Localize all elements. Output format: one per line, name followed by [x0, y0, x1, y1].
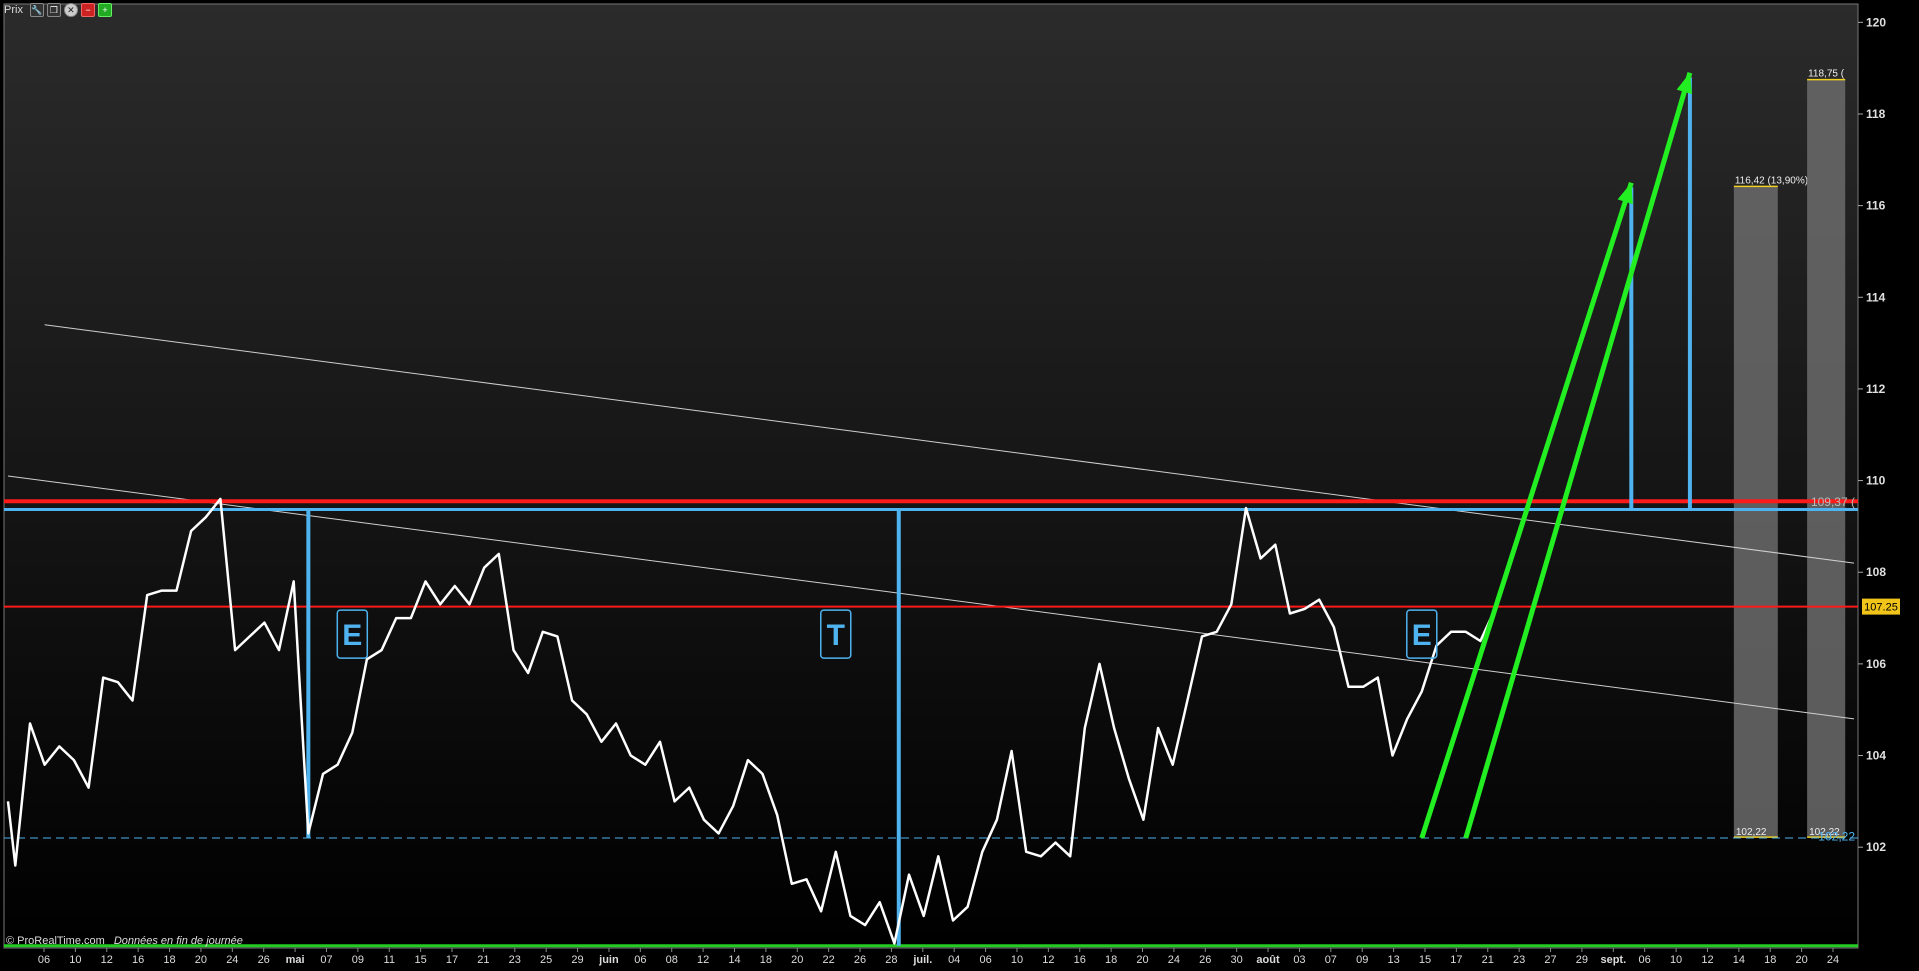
x-tick-label: 07 — [320, 954, 332, 966]
x-tick-label: 13 — [1387, 954, 1399, 966]
y-tick-label: 120 — [1866, 15, 1886, 29]
x-tick-label: sept. — [1600, 954, 1626, 966]
y-tick-label: 106 — [1866, 657, 1886, 671]
toolbar-buttons: 🔧 ❐ ✕ − + — [29, 3, 112, 17]
close-icon[interactable]: ✕ — [63, 3, 78, 17]
x-tick-label: 21 — [1482, 954, 1494, 966]
x-tick-label: 18 — [760, 954, 772, 966]
y-tick-label: 110 — [1866, 474, 1886, 488]
x-tick-label: 29 — [571, 954, 583, 966]
x-tick-label: 23 — [1513, 954, 1525, 966]
x-tick-label: 14 — [1733, 954, 1745, 966]
x-tick-label: 26 — [854, 954, 866, 966]
window-restore-icon[interactable]: ❐ — [46, 3, 61, 17]
x-tick-label: 28 — [885, 954, 897, 966]
y-tick-label: 114 — [1866, 290, 1886, 304]
x-tick-label: 16 — [132, 954, 144, 966]
level-label: 109,37 ( — [1811, 495, 1855, 509]
x-tick-label: juin — [598, 954, 619, 966]
x-tick-label: 17 — [446, 954, 458, 966]
copyright-text: © ProRealTime.com — [6, 935, 105, 947]
x-tick-label: 22 — [823, 954, 835, 966]
x-tick-label: 07 — [1325, 954, 1337, 966]
x-tick-label: 09 — [1356, 954, 1368, 966]
y-tick-label: 104 — [1866, 749, 1886, 763]
x-tick-label: 21 — [477, 954, 489, 966]
x-tick-label: 06 — [1639, 954, 1651, 966]
x-tick-label: 14 — [728, 954, 740, 966]
y-tick-label: 112 — [1866, 382, 1886, 396]
x-tick-label: 03 — [1293, 954, 1305, 966]
chart-footer: © ProRealTime.com Données en fin de jour… — [6, 935, 243, 947]
x-tick-label: 04 — [948, 954, 960, 966]
y-tick-label: 102 — [1866, 840, 1886, 854]
x-tick-label: 24 — [226, 954, 238, 966]
x-tick-label: 09 — [352, 954, 364, 966]
x-tick-label: 15 — [415, 954, 427, 966]
projection-top-label: 118,75 ( — [1808, 69, 1845, 80]
projection-bar — [1807, 79, 1846, 838]
x-tick-label: 10 — [69, 954, 81, 966]
projection-bottom-label: 102,22 — [1736, 827, 1767, 838]
x-tick-label: août — [1256, 954, 1280, 966]
projection-top-label: 116,42 (13,90%) — [1735, 175, 1808, 186]
x-tick-label: mai — [286, 954, 305, 966]
chart-toolbar: Prix 🔧 ❐ ✕ − + — [4, 2, 112, 18]
chart-canvas: 10210410610811011211411611812006 10 12 16 18… — [0, 0, 1919, 966]
y-tick-label: 118 — [1866, 107, 1886, 121]
remove-panel-icon[interactable]: − — [80, 3, 95, 17]
x-tick-label: 24 — [1168, 954, 1180, 966]
x-tick-label: 15 — [1419, 954, 1431, 966]
x-tick-label: 10 — [1670, 954, 1682, 966]
x-tick-label: 18 — [1764, 954, 1776, 966]
x-tick-label: 29 — [1576, 954, 1588, 966]
x-tick-label: 12 — [101, 954, 113, 966]
x-tick-label: 12 — [697, 954, 709, 966]
pattern-label: E — [342, 619, 362, 652]
x-tick-label: 26 — [1199, 954, 1211, 966]
data-note: Données en fin de journée — [113, 935, 243, 947]
x-tick-label: 20 — [1136, 954, 1148, 966]
x-tick-label: 24 — [1827, 954, 1839, 966]
x-tick-label: 27 — [1544, 954, 1556, 966]
x-tick-label: 20 — [195, 954, 207, 966]
x-tick-label: 17 — [1450, 954, 1462, 966]
level-label: 102,22 — [1818, 830, 1855, 844]
x-tick-label: 18 — [163, 954, 175, 966]
x-tick-label: 06 — [979, 954, 991, 966]
x-tick-label: 26 — [258, 954, 270, 966]
panel-title: Prix — [4, 4, 23, 16]
add-panel-icon[interactable]: + — [97, 3, 112, 17]
plot-area — [3, 3, 1859, 949]
pattern-label: E — [1412, 619, 1432, 652]
x-tick-label: 11 — [384, 954, 395, 966]
x-tick-label: 12 — [1701, 954, 1713, 966]
y-tick-label: 116 — [1866, 199, 1886, 213]
x-tick-label: 20 — [791, 954, 803, 966]
x-tick-label: 23 — [509, 954, 521, 966]
x-tick-label: 06 — [634, 954, 646, 966]
y-tick-label: 108 — [1866, 565, 1886, 579]
price-chart[interactable]: 102 104 106 108 110 112 114 116 118 120 06 10 12 16 18… — [0, 0, 1919, 966]
x-tick-label: 08 — [666, 954, 678, 966]
settings-wrench-icon[interactable]: 🔧 — [29, 3, 44, 17]
price-tag-label: 107.25 — [1864, 602, 1898, 614]
x-tick-label: 12 — [1042, 954, 1054, 966]
x-tick-label: 16 — [1074, 954, 1086, 966]
pattern-label: T — [827, 619, 845, 652]
x-tick-label: 18 — [1105, 954, 1117, 966]
x-tick-label: juil. — [912, 954, 932, 966]
x-tick-label: 10 — [1011, 954, 1023, 966]
x-tick-label: 30 — [1231, 954, 1243, 966]
x-tick-label: 25 — [540, 954, 552, 966]
x-tick-label: 20 — [1795, 954, 1807, 966]
projection-bar — [1733, 186, 1778, 838]
x-tick-label: 06 — [38, 954, 50, 966]
